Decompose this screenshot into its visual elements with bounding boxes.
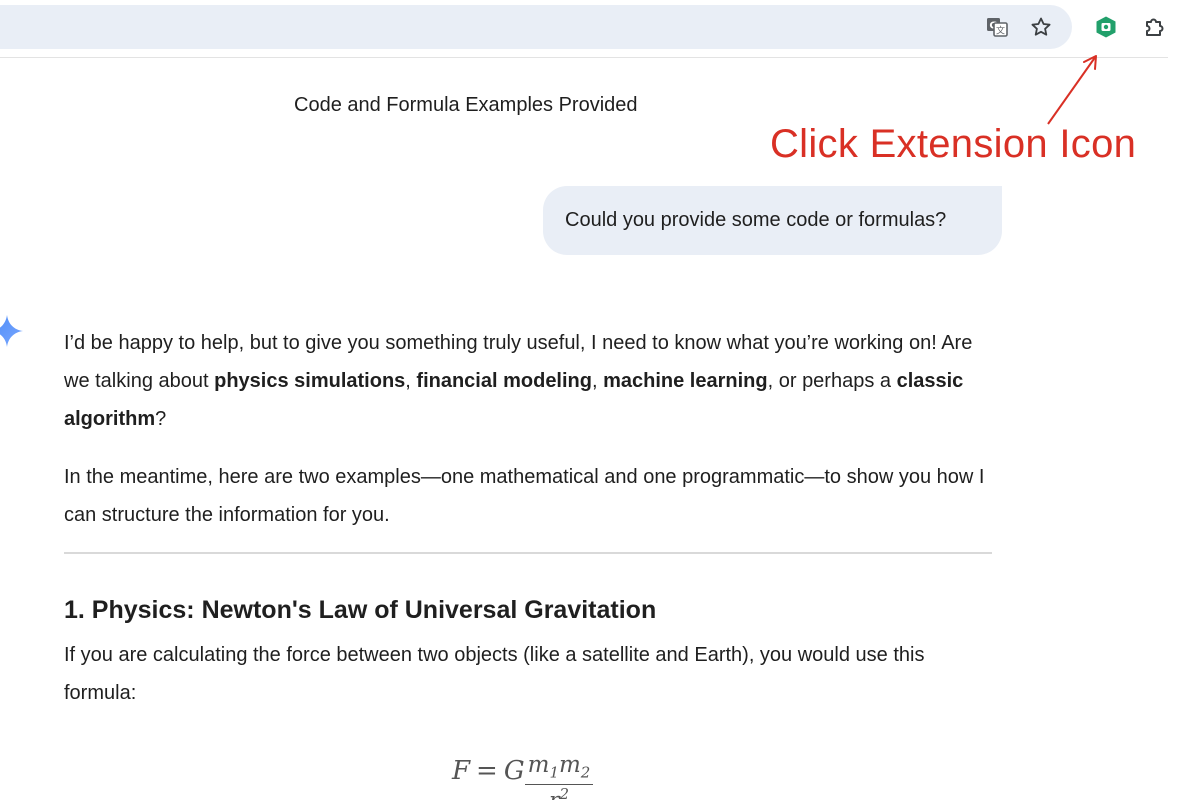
formula-lhs: F: [452, 755, 471, 786]
section-divider: [64, 552, 992, 554]
formula-fraction: m1m2r2: [524, 752, 594, 800]
bold-term: financial modeling: [416, 370, 592, 392]
toolbar-divider: [0, 57, 1168, 58]
gemini-spark-icon: [0, 314, 24, 353]
formula-numerator: m1m2: [524, 752, 594, 785]
formula-equals: =: [476, 755, 498, 786]
bold-term: physics simulations: [214, 370, 406, 392]
annotation-label: Click Extension Icon: [770, 122, 1137, 166]
bookmark-star-icon[interactable]: [1027, 13, 1055, 41]
response-paragraph: If you are calculating the force between…: [64, 644, 925, 704]
gravitation-formula: F=Gm1m2r2: [452, 752, 594, 800]
extension-active-icon[interactable]: [1092, 13, 1120, 41]
translate-icon[interactable]: G 文: [983, 13, 1011, 41]
section-heading: 1. Physics: Newton's Law of Universal Gr…: [64, 596, 657, 624]
annotation-arrow-icon: [1040, 48, 1110, 133]
address-bar[interactable]: [0, 5, 1072, 49]
formula-constant: G: [503, 755, 525, 786]
bold-term: machine learning: [603, 370, 768, 392]
user-message-bubble: Could you provide some code or formulas?: [543, 186, 1002, 255]
response-paragraph: I’d be happy to help, but to give you so…: [64, 332, 973, 430]
user-message-text: Could you provide some code or formulas?: [565, 209, 947, 231]
svg-text:文: 文: [996, 25, 1005, 37]
response-paragraph: In the meantime, here are two examples—o…: [64, 466, 985, 526]
formula-denominator: r2: [549, 784, 570, 800]
conversation-title: Code and Formula Examples Provided: [294, 94, 638, 116]
assistant-response: I’d be happy to help, but to give you so…: [64, 324, 999, 712]
extensions-puzzle-icon[interactable]: [1141, 13, 1169, 41]
